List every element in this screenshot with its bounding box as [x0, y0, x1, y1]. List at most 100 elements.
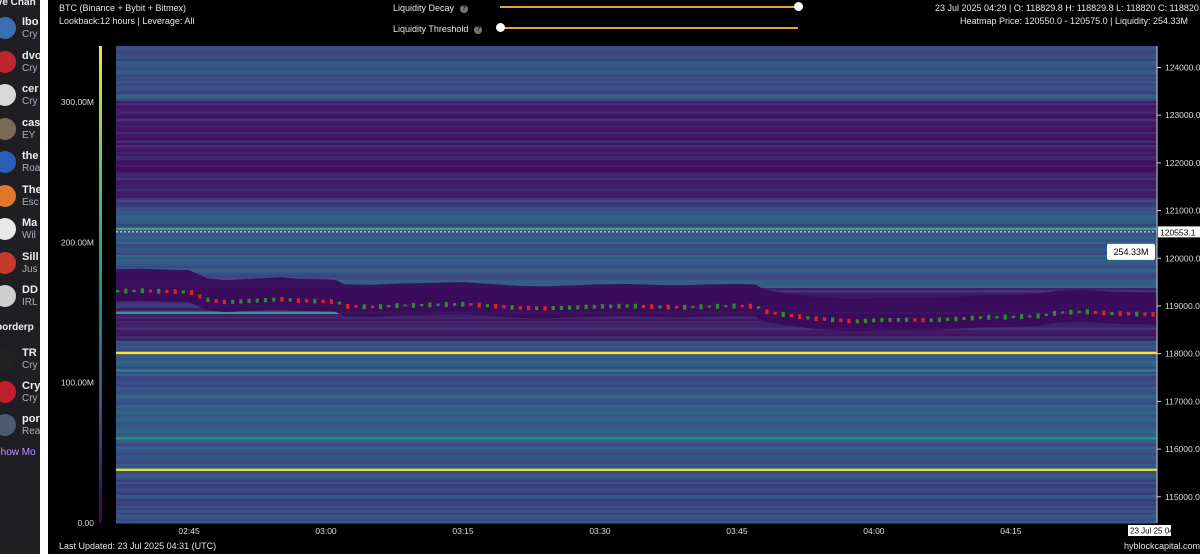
- heatmap-band: [116, 444, 1157, 447]
- channel-item[interactable]: por Rea: [0, 411, 40, 441]
- heatmap-band: [116, 457, 1157, 460]
- heatmap-band: [116, 103, 1157, 106]
- liquidity-level: [116, 369, 1157, 372]
- heatmap-band: [116, 461, 1157, 465]
- channel-item[interactable]: the Roa: [0, 148, 40, 178]
- price-axis-label: 119000.0: [1165, 301, 1200, 311]
- heatmap-band: [116, 512, 1157, 515]
- heatmap-band: [116, 508, 1157, 511]
- heatmap-band: [116, 453, 1157, 456]
- price-axis-label: 124000.0: [1165, 63, 1200, 73]
- heatmap-band: [116, 94, 1157, 97]
- channel-name: por: [22, 413, 40, 425]
- heatmap-band: [116, 362, 1157, 366]
- heatmap-band: [116, 494, 1157, 498]
- price-candle: [469, 303, 473, 306]
- heatmap-band: [116, 354, 1157, 357]
- channel-category: EY: [22, 129, 36, 141]
- channel-item[interactable]: TR Cry: [0, 345, 40, 375]
- heatmap-band: [116, 261, 1157, 264]
- decay-help-icon[interactable]: ?: [460, 4, 469, 13]
- heatmap-band: [116, 162, 1157, 165]
- price-candle: [477, 302, 481, 308]
- heatmap-band: [116, 92, 1157, 95]
- time-axis-label: 02:45: [178, 526, 200, 536]
- price-candle: [157, 288, 161, 294]
- heatmap-band: [116, 488, 1157, 491]
- heatmap-band: [116, 202, 1157, 205]
- heatmap-band: [116, 356, 1157, 359]
- channel-item[interactable]: Ma Wil: [0, 215, 40, 245]
- price-candle: [526, 305, 531, 311]
- heatmap-band: [116, 169, 1157, 172]
- liquidity-threshold-slider[interactable]: [500, 27, 798, 29]
- price-candle: [444, 302, 448, 307]
- heatmap-band: [116, 151, 1157, 154]
- channel-item[interactable]: Ibo Cry: [0, 14, 40, 44]
- price-candle: [337, 301, 342, 305]
- heatmap-chart[interactable]: 300.00M 200.00M 100.00M 0.00 124000.0 123000.…: [48, 34, 1200, 554]
- price-candle: [650, 304, 654, 310]
- price-candle: [247, 298, 251, 303]
- color-scale-label: 0.00: [77, 518, 94, 528]
- price-candle: [280, 297, 284, 302]
- price-candle: [116, 290, 120, 293]
- liquidity-threshold-slider-handle[interactable]: [496, 23, 505, 32]
- price-candle: [831, 317, 835, 323]
- heatmap-band: [116, 417, 1157, 421]
- heatmap-band: [116, 415, 1157, 418]
- heatmap-band: [116, 501, 1157, 504]
- price-candle: [263, 298, 268, 303]
- price-axis-label: 120000.0: [1165, 253, 1200, 263]
- heatmap-band: [116, 376, 1157, 379]
- heatmap-band: [116, 211, 1157, 214]
- brand-link[interactable]: hyblockcapital.com: [1124, 541, 1200, 551]
- threshold-help-icon[interactable]: ?: [474, 25, 483, 34]
- heatmap-band: [116, 424, 1157, 427]
- price-candle: [148, 289, 153, 293]
- heatmap-band: [116, 180, 1157, 183]
- heatmap-band: [116, 448, 1157, 451]
- liquidity-level: [116, 351, 1157, 355]
- heatmap-band: [116, 85, 1157, 88]
- channel-item[interactable]: The Esc: [0, 182, 40, 212]
- show-more-link[interactable]: Show Mo: [0, 447, 36, 458]
- price-candle: [814, 316, 818, 321]
- price-candle: [321, 299, 325, 303]
- channel-item[interactable]: Cry Cry: [0, 378, 40, 408]
- channel-name: Cry: [22, 380, 40, 392]
- price-candle: [510, 305, 514, 310]
- channel-item[interactable]: cas EY: [0, 115, 40, 145]
- heatmap-band: [116, 406, 1157, 410]
- channel-item[interactable]: Sill Jus: [0, 249, 40, 279]
- time-axis-label: 03:30: [589, 526, 611, 536]
- channel-item[interactable]: DD IRL: [0, 282, 40, 312]
- channel-name: The: [22, 183, 40, 196]
- price-candle: [395, 303, 399, 309]
- heatmap-band: [116, 127, 1157, 130]
- channel-item[interactable]: dvo Cry: [0, 48, 40, 78]
- price-candle: [707, 305, 711, 308]
- channel-category: Cry: [22, 62, 38, 74]
- price-candle: [937, 317, 941, 323]
- heatmap-band: [116, 475, 1157, 478]
- heatmap-band: [116, 116, 1157, 119]
- time-axis-label: 03:00: [315, 526, 337, 536]
- channel-name: TR: [22, 347, 37, 359]
- heatmap-band: [116, 235, 1157, 238]
- channel-category: Rea: [22, 426, 40, 437]
- heatmap-band: [116, 329, 1157, 333]
- price-candle: [765, 309, 769, 315]
- price-marker-label: 120553.1: [1160, 227, 1196, 237]
- heatmap-band: [116, 404, 1157, 407]
- channel-item[interactable]: cer Cry: [0, 81, 40, 111]
- liquidity-decay-slider[interactable]: [500, 6, 798, 8]
- heatmap-band: [116, 63, 1157, 66]
- decay-label-row: Liquidity Decay?: [393, 3, 469, 13]
- price-candle: [255, 298, 259, 303]
- heatmap-band: [116, 250, 1157, 253]
- threshold-label: Liquidity Threshold: [393, 24, 469, 34]
- liquidity-tooltip-label: 254.33M: [1113, 247, 1148, 257]
- heatmap-band: [116, 472, 1157, 476]
- liquidity-decay-slider-handle[interactable]: [794, 2, 803, 11]
